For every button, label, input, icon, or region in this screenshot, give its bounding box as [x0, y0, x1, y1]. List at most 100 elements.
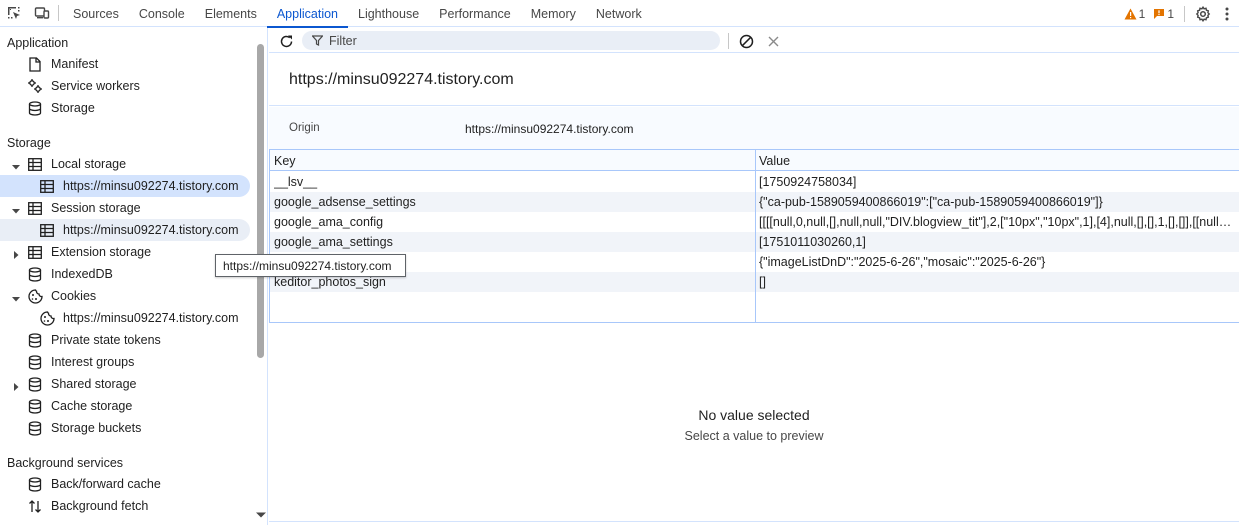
settings-button[interactable] [1191, 0, 1215, 27]
table-icon [39, 178, 55, 194]
filter-input[interactable] [329, 33, 709, 48]
sidebar-item-label: Background fetch [51, 499, 149, 513]
origin-info-row: Origin https://minsu092274.tistory.com [269, 107, 1239, 149]
origin-header: https://minsu092274.tistory.com [269, 54, 1239, 106]
block-icon [739, 34, 753, 48]
sidebar-item-label: https://minsu092274.tistory.com [63, 311, 239, 325]
sidebar-item-label: Service workers [51, 79, 140, 93]
key-cell[interactable]: google_ama_settings [274, 235, 749, 249]
toolbar-divider [728, 33, 729, 49]
value-cell[interactable]: [1751011030260,1] [759, 235, 1233, 249]
key-cell[interactable]: keditor_photos_sign [274, 275, 749, 289]
sidebar-item-storage[interactable]: Storage [0, 97, 250, 119]
refresh-button[interactable] [277, 32, 295, 50]
sidebar-item-label: Back/forward cache [51, 477, 161, 491]
section-title-storage: Storage [7, 136, 51, 150]
filter-box[interactable] [302, 31, 720, 50]
warnings-count: 1 [1138, 6, 1146, 21]
key-cell[interactable]: google_ama_config [274, 215, 749, 229]
column-divider[interactable] [755, 150, 756, 322]
sidebar-item-local-storage[interactable]: Local storage [0, 153, 250, 175]
toolbar-divider [58, 5, 59, 21]
device-toolbar-button[interactable] [28, 0, 56, 27]
devtools-tab-bar: Sources Console Elements Application Lig… [0, 0, 1239, 28]
refresh-icon [280, 35, 292, 47]
column-header-key[interactable]: Key [274, 154, 296, 168]
sidebar-item-cache-storage[interactable]: Cache storage [0, 395, 250, 417]
chevron-right-icon[interactable] [12, 248, 20, 259]
chevron-down-icon [256, 512, 266, 518]
sidebar-item-label: Storage [51, 101, 95, 115]
sidebar-item-back-forward-cache[interactable]: Back/forward cache [0, 473, 250, 495]
chevron-down-icon[interactable] [12, 204, 20, 214]
chevron-right-icon[interactable] [12, 380, 20, 391]
sidebar-item-label: https://minsu092274.tistory.com [63, 223, 239, 237]
tab-memory[interactable]: Memory [521, 0, 586, 27]
origin-label: Origin [289, 122, 320, 134]
issues-count: 1 [1167, 6, 1174, 21]
delete-selected-button[interactable] [764, 32, 782, 50]
scroll-down-arrow[interactable] [256, 508, 266, 518]
gear-icon [1195, 5, 1211, 22]
sidebar-item-shared-storage[interactable]: Shared storage [0, 373, 250, 395]
database-icon [27, 332, 43, 348]
sidebar-scrollbar-thumb[interactable] [257, 44, 264, 358]
sidebar-item-session-storage[interactable]: Session storage [0, 197, 250, 219]
sidebar-item-extension-storage[interactable]: Extension storage [0, 241, 250, 263]
sidebar-item-interest-groups[interactable]: Interest groups [0, 351, 250, 373]
sidebar-tooltip: https://minsu092274.tistory.com [215, 254, 406, 277]
value-cell[interactable]: {"imageListDnD":"2025-6-26","mosaic":"20… [759, 255, 1233, 269]
chevron-down-icon[interactable] [12, 160, 20, 170]
sidebar-item-label: https://minsu092274.tistory.com [63, 179, 239, 193]
inspect-icon [8, 7, 20, 19]
sidebar-item-background-fetch[interactable]: Background fetch [0, 495, 250, 517]
chevron-down-icon[interactable] [12, 292, 20, 302]
warnings-badge[interactable]: 1 [1124, 6, 1146, 21]
key-cell[interactable]: __lsv__ [274, 175, 749, 189]
sidebar-item-label: Manifest [51, 57, 99, 71]
tab-sources[interactable]: Sources [63, 0, 129, 27]
tab-lighthouse[interactable]: Lighthouse [348, 0, 429, 27]
clear-all-button[interactable] [737, 32, 755, 50]
tab-application[interactable]: Application [266, 0, 349, 28]
value-cell[interactable]: [[[[null,0,null,[],null,null,"DIV.blogvi… [759, 215, 1233, 229]
storage-data-grid: Key Value __lsv__ [1750924758034] google… [269, 149, 1239, 323]
database-icon [27, 266, 43, 282]
origin-title: https://minsu092274.tistory.com [289, 71, 514, 88]
table-icon [27, 200, 43, 216]
issue-flag-icon [1154, 8, 1165, 19]
sidebar-item-label: Interest groups [51, 355, 135, 369]
database-icon [27, 476, 43, 492]
tab-elements[interactable]: Elements [195, 0, 267, 27]
sidebar-item-indexeddb[interactable]: IndexedDB [0, 263, 250, 285]
table-icon [39, 222, 55, 238]
table-icon [27, 156, 43, 172]
database-icon [27, 100, 43, 116]
sidebar-item-service-workers[interactable]: Service workers [0, 75, 250, 97]
sidebar-item-storage-buckets[interactable]: Storage buckets [0, 417, 250, 439]
sidebar-item-private-state-tokens[interactable]: Private state tokens [0, 329, 250, 351]
key-cell[interactable]: google_adsense_settings [274, 195, 749, 209]
sidebar-item-local-storage-origin[interactable]: https://minsu092274.tistory.com [0, 175, 250, 197]
sidebar-item-label: Local storage [51, 157, 127, 171]
tab-performance[interactable]: Performance [429, 0, 521, 27]
sidebar-item-cookies-origin[interactable]: https://minsu092274.tistory.com [0, 307, 250, 329]
tab-network[interactable]: Network [586, 0, 652, 27]
section-title-application: Application [7, 36, 69, 50]
sidebar-item-label: Shared storage [51, 377, 137, 391]
sidebar-item-label: Cookies [51, 289, 97, 303]
value-cell[interactable]: {"ca-pub-1589059400866019":["ca-pub-1589… [759, 195, 1233, 209]
document-icon [27, 56, 43, 72]
warning-icon [1124, 8, 1137, 19]
issues-badge[interactable]: 1 [1153, 7, 1174, 21]
sidebar-item-label: Private state tokens [51, 333, 161, 347]
sidebar-item-cookies[interactable]: Cookies [0, 285, 250, 307]
sidebar-item-session-storage-origin[interactable]: https://minsu092274.tistory.com [0, 219, 250, 241]
value-cell[interactable]: [] [759, 275, 1233, 289]
sidebar-item-manifest[interactable]: Manifest [0, 53, 250, 75]
column-header-value[interactable]: Value [759, 154, 790, 168]
value-cell[interactable]: [1750924758034] [759, 175, 1233, 189]
inspect-element-button[interactable] [0, 0, 28, 27]
tab-console[interactable]: Console [129, 0, 195, 27]
more-options-button[interactable] [1215, 0, 1239, 27]
